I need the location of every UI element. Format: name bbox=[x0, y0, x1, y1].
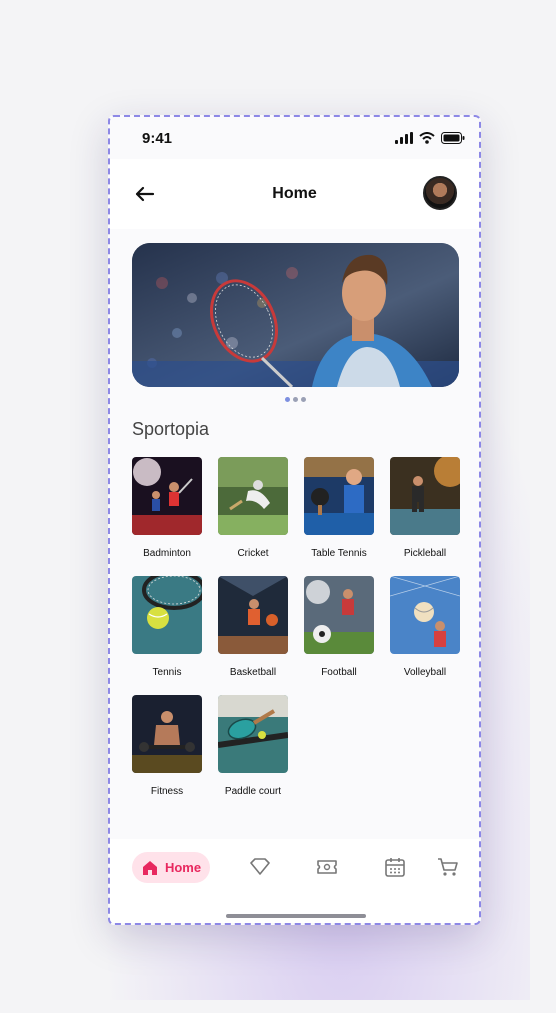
basketball-photo bbox=[218, 576, 288, 654]
football-photo bbox=[304, 576, 374, 654]
sport-label: Badminton bbox=[143, 548, 191, 559]
bottom-nav: Home bbox=[110, 839, 479, 923]
paddle-court-photo bbox=[218, 695, 288, 773]
home-icon bbox=[142, 860, 157, 875]
app-header: Home bbox=[110, 159, 479, 229]
avatar[interactable] bbox=[423, 176, 457, 210]
badminton-photo bbox=[132, 457, 202, 535]
carousel-dot[interactable] bbox=[301, 397, 306, 402]
sport-label: Cricket bbox=[237, 548, 269, 559]
home-indicator bbox=[226, 914, 366, 918]
pickleball-photo bbox=[390, 457, 460, 535]
status-time: 9:41 bbox=[142, 129, 173, 147]
status-icons bbox=[395, 132, 465, 144]
status-bar: 9:41 bbox=[110, 117, 479, 159]
sport-tile-pickleball[interactable]: Pickleball bbox=[390, 457, 460, 559]
sport-label: Volleyball bbox=[403, 667, 447, 678]
sport-tile-football[interactable]: Football bbox=[304, 576, 374, 678]
phone-frame: 9:41 Home Sportopia Badminton Cricket Ta… bbox=[108, 115, 481, 925]
arrow-left-icon[interactable] bbox=[132, 181, 158, 207]
carousel-dot[interactable] bbox=[285, 397, 290, 402]
cellular-icon bbox=[395, 132, 413, 144]
sport-label: Table Tennis bbox=[311, 548, 367, 559]
sport-label: Tennis bbox=[152, 667, 182, 678]
volleyball-photo bbox=[390, 576, 460, 654]
sport-tile-paddle-court[interactable]: Paddle court bbox=[218, 695, 288, 797]
nav-home-button[interactable]: Home bbox=[132, 852, 210, 883]
sport-label: Football bbox=[321, 667, 357, 678]
sport-tile-fitness[interactable]: Fitness bbox=[132, 695, 202, 797]
sport-tile-basketball[interactable]: Basketball bbox=[218, 576, 288, 678]
sport-tile-volleyball[interactable]: Volleyball bbox=[390, 576, 460, 678]
hero-banner[interactable] bbox=[132, 243, 459, 387]
badminton-player-hero-image bbox=[132, 243, 459, 387]
cart-icon[interactable] bbox=[436, 855, 460, 879]
fitness-photo bbox=[132, 695, 202, 773]
page-title: Home bbox=[272, 185, 317, 202]
carousel-dot[interactable] bbox=[293, 397, 298, 402]
table-tennis-photo bbox=[304, 457, 374, 535]
wifi-icon bbox=[419, 132, 435, 144]
ticket-icon[interactable] bbox=[315, 855, 339, 879]
cricket-photo bbox=[218, 457, 288, 535]
sport-tile-table-tennis[interactable]: Table Tennis bbox=[304, 457, 374, 559]
section-title: Sportopia bbox=[132, 419, 210, 439]
tennis-photo bbox=[132, 576, 202, 654]
calendar-icon[interactable] bbox=[383, 855, 407, 879]
sport-label: Basketball bbox=[229, 667, 277, 678]
sport-label: Paddle court bbox=[224, 786, 282, 797]
sport-tile-cricket[interactable]: Cricket bbox=[218, 457, 288, 559]
carousel-dots bbox=[285, 397, 306, 402]
sport-tile-badminton[interactable]: Badminton bbox=[132, 457, 202, 559]
diamond-icon[interactable] bbox=[248, 855, 272, 879]
battery-icon bbox=[441, 132, 465, 144]
sport-label: Pickleball bbox=[403, 548, 447, 559]
sport-label: Fitness bbox=[150, 786, 184, 797]
sport-tile-tennis[interactable]: Tennis bbox=[132, 576, 202, 678]
nav-home-label: Home bbox=[164, 860, 202, 875]
